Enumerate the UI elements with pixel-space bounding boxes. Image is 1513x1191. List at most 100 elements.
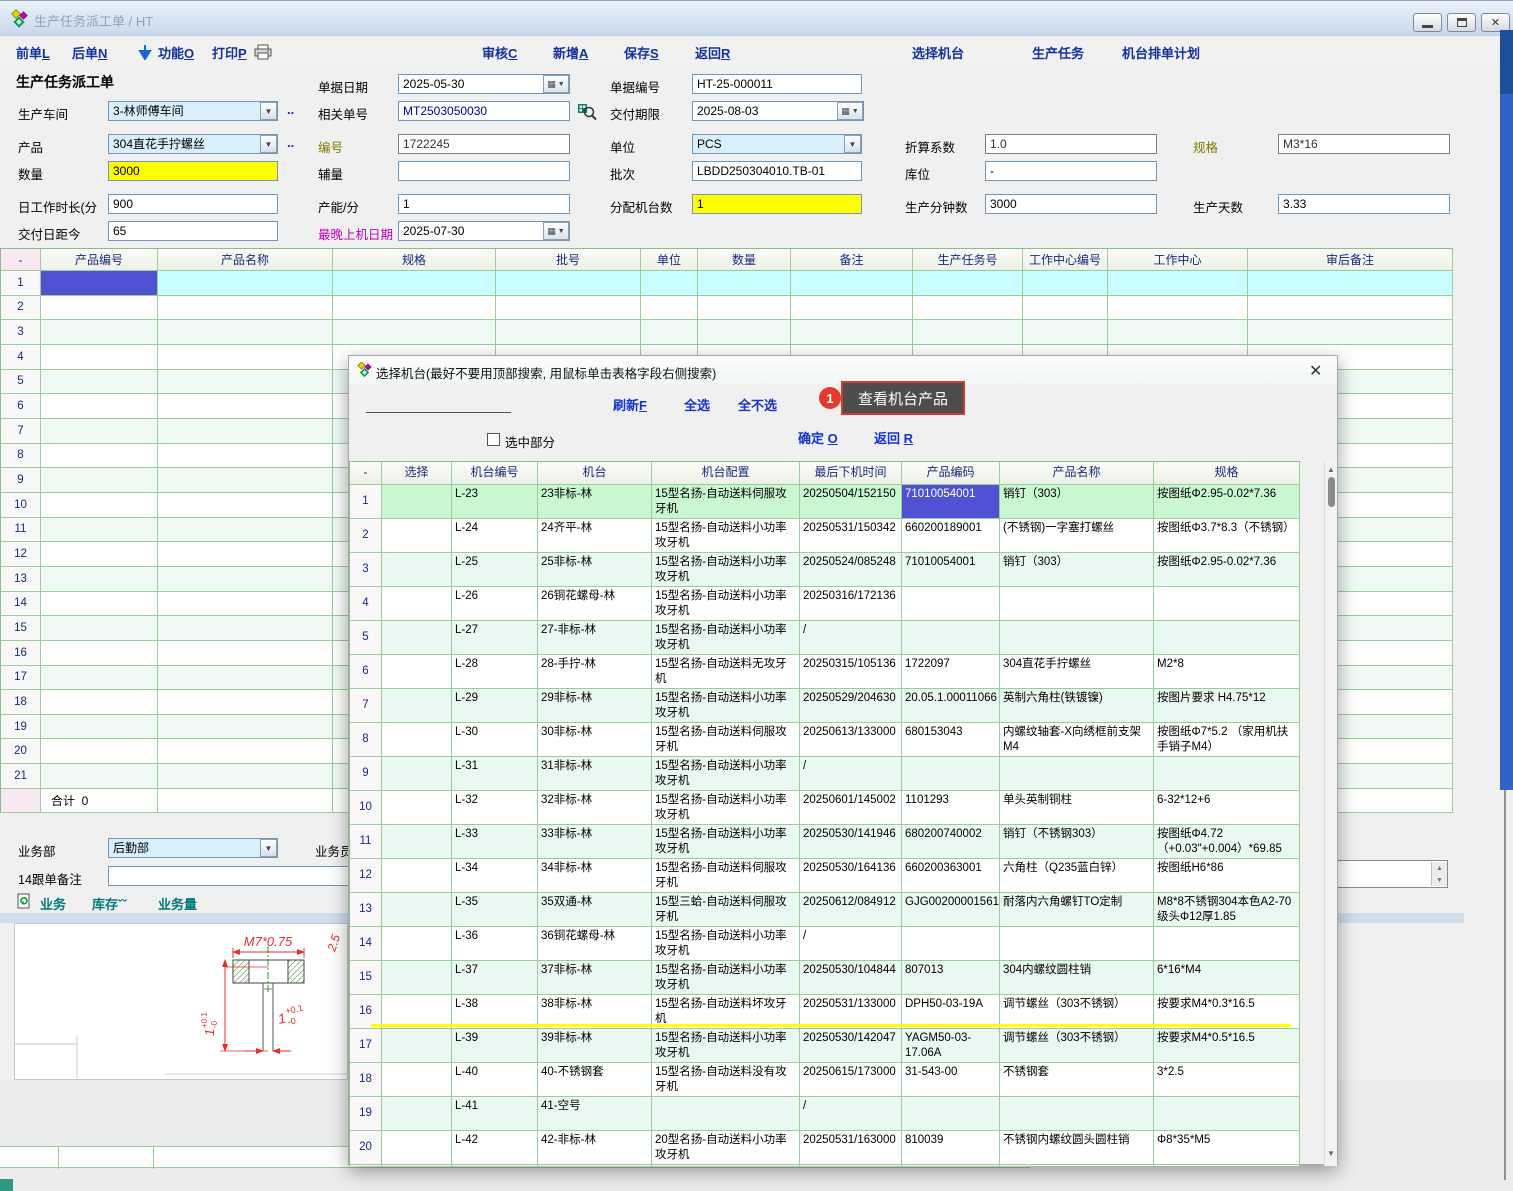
machine-cell[interactable]	[382, 519, 452, 553]
machine-cell[interactable]: 15型名扬-自动送料小功率攻牙机	[652, 519, 800, 553]
follow-note-input[interactable]	[108, 866, 370, 886]
machine-cell[interactable]	[382, 655, 452, 689]
machine-cell[interactable]	[1000, 621, 1154, 655]
machine-cell[interactable]: 15型名扬-自动送料无攻牙机	[652, 655, 800, 689]
main-grid-cell[interactable]	[791, 271, 913, 296]
machine-cell[interactable]: 15型名扬-自动送料小功率攻牙机	[652, 587, 800, 621]
stock-link[interactable]: 库存ˇˇ	[92, 894, 127, 913]
machine-cell[interactable]: 按图纸Φ2.95-0.02*7.36	[1154, 485, 1300, 519]
machine-row[interactable]: 2L-2424齐平-林15型名扬-自动送料小功率攻牙机20250531/1503…	[350, 519, 1300, 553]
dept-dropdown-arrow[interactable]: ▼	[260, 839, 277, 857]
machine-cell[interactable]: 20250531/150342	[800, 519, 902, 553]
machine-cell[interactable]: 39非标-林	[538, 1029, 652, 1063]
machine-row[interactable]: 1L-2323非标-林15型名扬-自动送料伺服攻牙机20250504/15215…	[350, 485, 1300, 519]
machine-cell[interactable]	[1000, 927, 1154, 961]
main-grid-cell[interactable]	[41, 320, 158, 345]
machine-cell[interactable]: L-39	[452, 1029, 538, 1063]
machine-cell[interactable]: 810039	[902, 1131, 1000, 1165]
machine-row-number[interactable]: 10	[350, 791, 382, 825]
main-grid-cell[interactable]	[158, 690, 333, 715]
machine-cell[interactable]	[902, 757, 1000, 791]
doc-no-input[interactable]: HT-25-000011	[692, 74, 862, 94]
machine-cell[interactable]: 33非标-林	[538, 825, 652, 859]
main-grid-cell[interactable]	[41, 296, 158, 321]
machine-row-number[interactable]: 5	[350, 621, 382, 655]
machine-cell[interactable]: 按图纸Φ4.72（+0.03"+0.004）*69.85	[1154, 825, 1300, 859]
machine-cell[interactable]: 37非标-林	[538, 961, 652, 995]
product-select[interactable]: 304直花手拧螺丝	[108, 134, 278, 154]
machine-cell[interactable]: L-37	[452, 961, 538, 995]
machine-cell[interactable]: L-26	[452, 587, 538, 621]
machine-cell[interactable]: M8*8不锈钢304本色A2-70级头Φ12厚1.85	[1154, 893, 1300, 927]
machine-cell[interactable]: 3*2.5	[1154, 1063, 1300, 1097]
machine-cell[interactable]: 15型名扬-自动送料小功率攻牙机	[652, 553, 800, 587]
main-grid-cell[interactable]	[698, 271, 791, 296]
machine-cell[interactable]: L-24	[452, 519, 538, 553]
machine-cell[interactable]: 20250601/145002	[800, 791, 902, 825]
main-grid-row-number[interactable]: 14	[1, 592, 41, 617]
machine-row[interactable]: 21L-4343非标-林20型名扬-自动送料小功率攻牙机20250612/103…	[350, 1165, 1300, 1166]
location-input[interactable]: -	[985, 161, 1157, 181]
machine-cell[interactable]: 六角柱（Q235蓝白锌）	[1000, 859, 1154, 893]
dept-select[interactable]: 后勤部	[108, 838, 278, 858]
machine-row-number[interactable]: 11	[350, 825, 382, 859]
machine-cell[interactable]: 按图纸Φ2.95-0.02*7.36	[1154, 553, 1300, 587]
machine-cell[interactable]: 36铜花螺母-林	[538, 927, 652, 961]
machine-cell[interactable]: L-35	[452, 893, 538, 927]
machine-cell[interactable]: 20250504/152150	[800, 485, 902, 519]
machine-cell[interactable]: 按图纸Φ3.7*8.3（不锈钢）	[1154, 519, 1300, 553]
machine-cell[interactable]: 按图纸Φ7*5.2 （家用机扶手销子M4）	[1154, 723, 1300, 757]
main-grid-cell[interactable]	[791, 296, 913, 321]
printer-icon[interactable]	[254, 44, 272, 60]
main-grid-cell[interactable]	[158, 345, 333, 370]
main-grid-cell[interactable]	[158, 715, 333, 740]
main-grid-cell[interactable]	[41, 518, 158, 543]
main-grid-row-number[interactable]: 18	[1, 690, 41, 715]
machine-cell[interactable]: 20250613/133000	[800, 723, 902, 757]
main-grid-cell[interactable]	[1023, 296, 1108, 321]
machine-cell[interactable]: L-28	[452, 655, 538, 689]
machine-cell[interactable]: L-40	[452, 1063, 538, 1097]
business-link[interactable]: 业务	[40, 894, 66, 913]
machine-cell[interactable]: 20型名扬-自动送料小功率攻牙机	[652, 1131, 800, 1165]
machine-cell[interactable]: 34非标-林	[538, 859, 652, 893]
machine-cell[interactable]	[1000, 1097, 1154, 1131]
machine-cell[interactable]: 30非标-林	[538, 723, 652, 757]
machine-cell[interactable]: 15型名扬-自动送料小功率攻牙机	[652, 621, 800, 655]
machine-cell[interactable]: 660200363001	[902, 859, 1000, 893]
machine-cell[interactable]	[382, 587, 452, 621]
unit-select[interactable]: PCS	[692, 134, 862, 154]
workshop-more-link[interactable]: ..	[287, 102, 294, 117]
machine-cell[interactable]: 680153043	[902, 723, 1000, 757]
machine-row-number[interactable]: 3	[350, 553, 382, 587]
machine-cell[interactable]: 29非标-林	[538, 689, 652, 723]
main-grid-cell[interactable]	[158, 518, 333, 543]
machine-row-number[interactable]: 2	[350, 519, 382, 553]
dialog-scrollbar[interactable]: ▲ ▼	[1324, 461, 1337, 1166]
capacity-input[interactable]: 1	[398, 194, 570, 214]
machine-cell[interactable]: 15型名扬-自动送料伺服攻牙机	[652, 723, 800, 757]
main-grid-cell[interactable]	[41, 666, 158, 691]
machine-row-number[interactable]: 6	[350, 655, 382, 689]
machine-row-number[interactable]: 20	[350, 1131, 382, 1165]
machine-row[interactable]: 7L-2929非标-林15型名扬-自动送料小功率攻牙机20250529/2046…	[350, 689, 1300, 723]
machine-row-number[interactable]: 14	[350, 927, 382, 961]
machine-cell[interactable]	[382, 1029, 452, 1063]
machine-cell[interactable]: L-30	[452, 723, 538, 757]
select-all-button[interactable]: 全选	[684, 395, 710, 414]
machine-count-input[interactable]: 1	[692, 194, 862, 214]
machine-cell[interactable]: 20.05.1.00011066	[902, 689, 1000, 723]
machine-cell[interactable]: L-41	[452, 1097, 538, 1131]
machine-cell[interactable]	[382, 893, 452, 927]
main-grid-row-number[interactable]: 9	[1, 468, 41, 493]
machine-cell[interactable]	[902, 587, 1000, 621]
main-grid-row-number[interactable]: 20	[1, 739, 41, 764]
machine-cell[interactable]	[382, 1063, 452, 1097]
machine-cell[interactable]: Φ8*35*M5	[1154, 1131, 1300, 1165]
machine-cell[interactable]: 15型名扬-自动送料小功率攻牙机	[652, 961, 800, 995]
machine-cell[interactable]: L-42	[452, 1131, 538, 1165]
machine-cell[interactable]: 6*16*M4	[1154, 961, 1300, 995]
machine-cell[interactable]	[382, 961, 452, 995]
main-grid-row-number[interactable]: 1	[1, 271, 41, 296]
main-grid-cell[interactable]	[333, 271, 496, 296]
